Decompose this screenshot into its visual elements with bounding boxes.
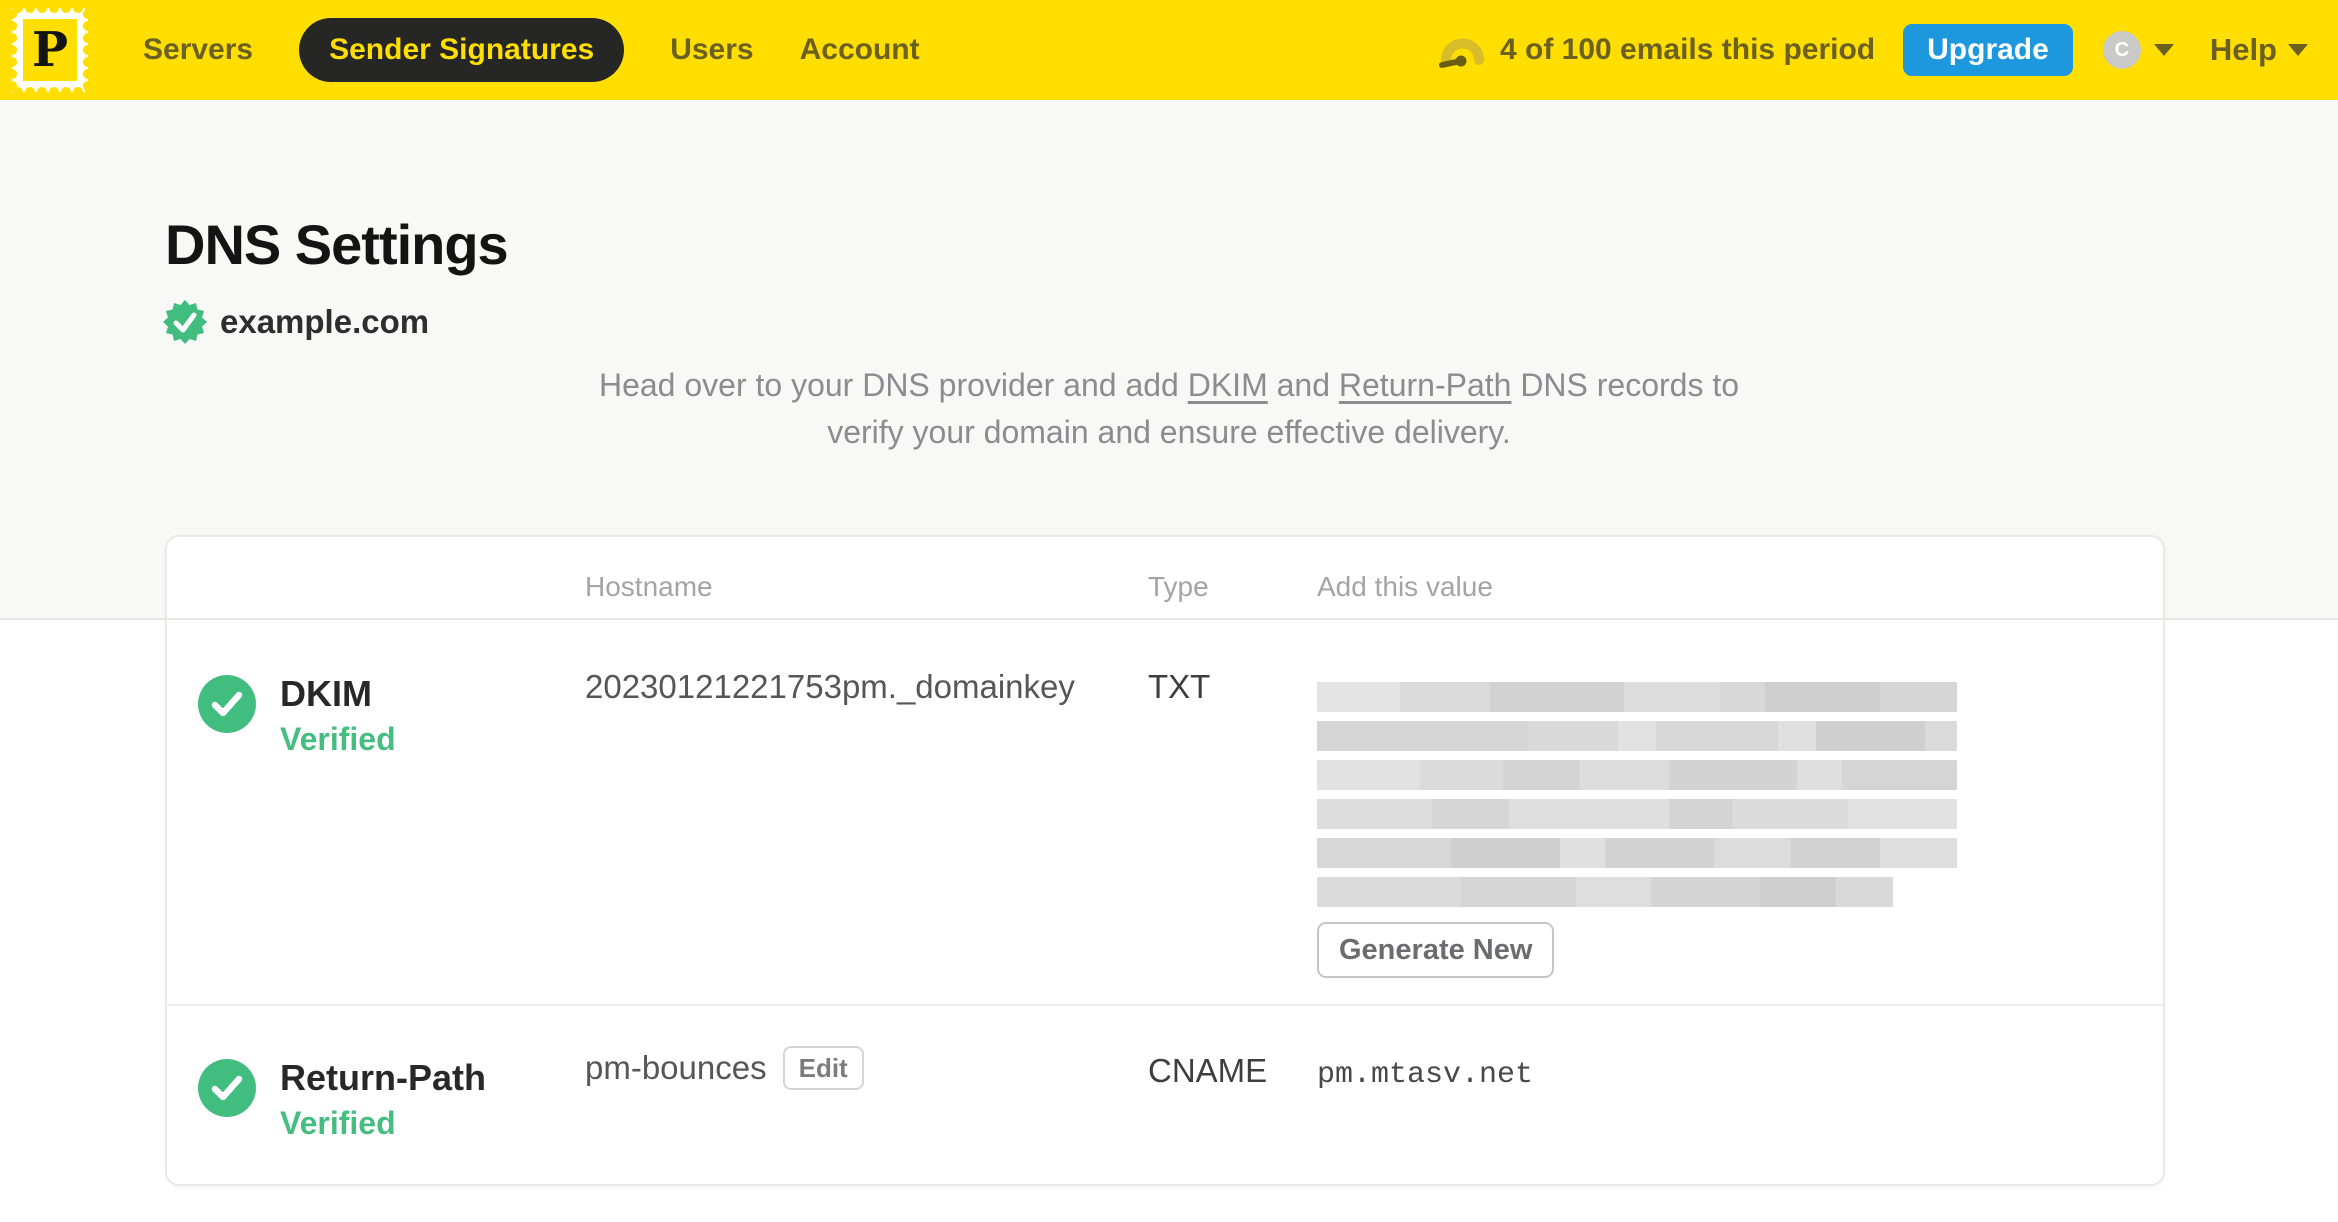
return-path-link[interactable]: Return-Path: [1339, 367, 1512, 403]
chevron-down-icon: [2153, 44, 2174, 56]
value-cell: pm.mtasv.net: [1317, 1058, 1534, 1092]
dns-records-card: Hostname Type Add this value DKIM Verifi…: [165, 535, 2165, 1186]
record-name-cell: Return-Path Verified: [198, 1059, 486, 1142]
primary-nav: Servers Sender Signatures Users Account: [143, 18, 920, 82]
column-header-value: Add this value: [1317, 571, 1493, 602]
record-name-block: Return-Path Verified: [280, 1059, 486, 1142]
table-header-row: Hostname Type Add this value: [167, 537, 2163, 620]
chevron-down-icon: [2288, 44, 2308, 56]
top-navbar: P Servers Sender Signatures Users Accoun…: [0, 0, 2338, 100]
verified-domain-row: example.com: [163, 300, 429, 344]
nav-item-sender-signatures[interactable]: Sender Signatures: [299, 18, 625, 82]
help-label: Help: [2209, 32, 2277, 67]
generate-new-button[interactable]: Generate New: [1317, 922, 1555, 978]
usage-text: 4 of 100 emails this period: [1499, 33, 1876, 66]
postmark-logo-letter: P: [23, 19, 77, 81]
seal-check-icon: [173, 312, 197, 333]
edit-button[interactable]: Edit: [782, 1046, 864, 1090]
nav-item-servers[interactable]: Servers: [143, 33, 253, 67]
status-badge: Verified: [280, 1105, 396, 1141]
redacted-value-line: [1317, 721, 1957, 751]
record-name: DKIM: [280, 673, 372, 714]
account-menu[interactable]: C: [2102, 31, 2174, 69]
help-menu[interactable]: Help: [2210, 32, 2308, 68]
intro-part1: Head over to your DNS provider and add: [598, 367, 1188, 403]
hostname-cell: 20230121221753pm._domainkey: [585, 668, 1075, 705]
usage-gauge-icon: [1438, 38, 1484, 68]
postmark-logo[interactable]: P: [12, 8, 88, 92]
intro-part2: and: [1267, 367, 1339, 403]
avatar[interactable]: C: [2102, 31, 2141, 69]
verified-check-icon: [198, 1059, 256, 1117]
hostname-cell: pm-bounces Edit: [585, 1046, 864, 1090]
verified-seal-icon: [163, 300, 207, 344]
redacted-value-line: [1317, 877, 1893, 907]
nav-item-users[interactable]: Users: [670, 33, 753, 67]
column-header-type: Type: [1148, 571, 1209, 602]
type-cell: CNAME: [1148, 1052, 1268, 1089]
postmark-dns-settings-screen: P Servers Sender Signatures Users Accoun…: [0, 0, 2338, 1222]
nav-item-account[interactable]: Account: [800, 33, 920, 67]
navbar-right-group: 4 of 100 emails this period Upgrade C He…: [1438, 24, 2308, 76]
redacted-value-line: [1317, 760, 1957, 790]
intro-text: Head over to your DNS provider and add D…: [0, 362, 2338, 456]
hostname-text: pm-bounces: [585, 1049, 767, 1086]
intro-part3: DNS records to: [1511, 367, 1740, 403]
domain-name: example.com: [220, 303, 430, 340]
dkim-link[interactable]: DKIM: [1188, 367, 1268, 403]
table-row-dkim: DKIM Verified 20230121221753pm._domainke…: [167, 620, 2163, 1004]
redacted-value-line: [1317, 799, 1957, 829]
redacted-value-line: [1317, 682, 1957, 712]
record-name: Return-Path: [280, 1057, 486, 1098]
type-cell: TXT: [1148, 668, 1211, 705]
verified-check-icon: [198, 675, 256, 733]
table-row-return-path: Return-Path Verified pm-bounces Edit CNA…: [167, 1004, 2163, 1184]
redacted-value-line: [1317, 838, 1957, 868]
record-name-block: DKIM Verified: [280, 675, 396, 758]
record-name-cell: DKIM Verified: [198, 675, 396, 758]
value-cell-redacted: Generate New: [1317, 682, 1957, 978]
intro-part4: verify your domain and ensure effective …: [827, 414, 1511, 450]
status-badge: Verified: [280, 721, 396, 757]
page-title: DNS Settings: [165, 213, 509, 276]
logo-letter-text: P: [31, 22, 69, 78]
column-header-hostname: Hostname: [585, 571, 713, 602]
upgrade-button[interactable]: Upgrade: [1903, 24, 2073, 76]
